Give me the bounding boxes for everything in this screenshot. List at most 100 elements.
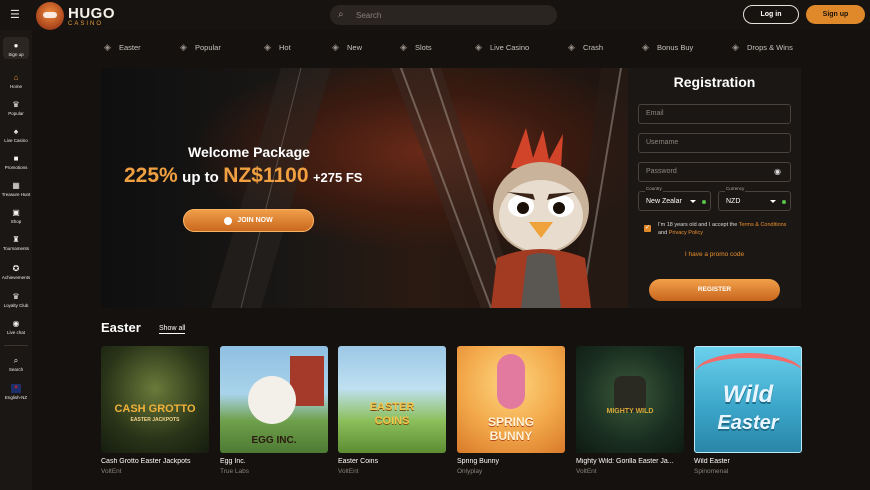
- gift-icon: ■: [13, 154, 19, 163]
- sidebar-item-shop[interactable]: ▣ Shop: [0, 208, 32, 224]
- chicken-shape: [248, 376, 296, 424]
- game-thumbnail[interactable]: Wild Easter: [694, 346, 802, 453]
- map-icon: ▦: [12, 181, 20, 190]
- diamond-icon: ◈: [104, 42, 111, 52]
- game-card[interactable]: EGG INC. Egg Inc. True Labs: [220, 346, 328, 475]
- registration-panel: Registration Email Username Password ◉ C…: [628, 68, 801, 308]
- show-all-link[interactable]: Show all: [159, 325, 186, 334]
- sidebar-item-language[interactable]: ✦ English-NZ: [0, 384, 32, 400]
- search-icon: ⌕: [338, 9, 344, 20]
- slot-icon: ◈: [400, 42, 407, 52]
- sidebar-item-label: Home: [9, 84, 22, 89]
- sidebar-item-search[interactable]: ⌕ Search: [0, 356, 32, 372]
- category-slots[interactable]: ◈ Slots: [400, 42, 432, 52]
- logo[interactable]: HUGO CASINO: [36, 2, 115, 30]
- category-label: Drops & Wins: [747, 42, 793, 52]
- game-name[interactable]: Spring Bunny: [457, 458, 565, 465]
- section-title: Easter: [101, 320, 141, 335]
- sidebar: ● Sign up ⌂ Home ♛ Popular ♠ Live Casino ■ Pr…: [0, 30, 32, 490]
- search-bar[interactable]: ⌕ Search: [330, 5, 557, 25]
- terms-text: I'm 18 years old and I accept the: [658, 222, 739, 228]
- game-thumbnail[interactable]: CASH GROTTO EASTER JACKPOTS: [101, 346, 209, 453]
- hero-title: Welcome Package: [188, 144, 310, 160]
- diamond-icon: ◈: [180, 42, 187, 52]
- category-drops-wins[interactable]: ◈ Drops & Wins: [732, 42, 793, 52]
- game-card[interactable]: Wild Easter Wild Easter Spinomenal: [694, 346, 802, 475]
- game-name[interactable]: Mighty Wild: Gorilla Easter Ja...: [576, 458, 684, 465]
- category-easter[interactable]: ◈ Easter: [104, 42, 141, 52]
- terms-link[interactable]: Terms & Conditions: [739, 222, 787, 228]
- game-name[interactable]: Wild Easter: [694, 458, 802, 465]
- game-name[interactable]: Easter Coins: [338, 458, 446, 465]
- category-crash[interactable]: ◈ Crash: [568, 42, 603, 52]
- privacy-link[interactable]: Privacy Policy: [669, 230, 703, 236]
- signup-button[interactable]: Sign up: [806, 5, 865, 24]
- username-field[interactable]: Username: [638, 133, 791, 153]
- register-button[interactable]: REGISTER: [649, 279, 780, 301]
- game-name[interactable]: Egg Inc.: [220, 458, 328, 465]
- sidebar-item-achievements[interactable]: ✪ Achievements: [0, 264, 32, 280]
- shop-icon: ▣: [12, 208, 20, 217]
- sidebar-item-home[interactable]: ⌂ Home: [0, 73, 32, 89]
- login-button[interactable]: Log in: [743, 5, 799, 24]
- category-label: Crash: [583, 42, 604, 52]
- sidebar-item-promotions[interactable]: ■ Promotions: [0, 154, 32, 170]
- game-provider: True Labs: [220, 468, 250, 475]
- bunny-shape: [497, 354, 525, 409]
- category-label: Bonus Buy: [657, 42, 694, 52]
- game-name[interactable]: Cash Grotto Easter Jackpots: [101, 458, 209, 465]
- currency-value: NZD: [726, 198, 741, 205]
- country-select[interactable]: Country New Zealar: [638, 186, 711, 211]
- currency-label: Currency: [725, 186, 746, 192]
- game-thumbnail[interactable]: EASTER COINS: [338, 346, 446, 453]
- hero-up-to: up to: [182, 169, 219, 186]
- category-new[interactable]: ◈ New: [332, 42, 362, 52]
- game-art-title: MIGHTY WILD: [606, 408, 654, 415]
- eye-icon[interactable]: ◉: [774, 168, 784, 176]
- password-field[interactable]: Password ◉: [638, 162, 791, 182]
- menu-toggle-icon[interactable]: ☰: [10, 9, 22, 21]
- category-live-casino[interactable]: ◈ Live Casino: [475, 42, 529, 52]
- game-provider: VoltEnt: [101, 468, 122, 475]
- category-label: Easter: [119, 42, 141, 52]
- terms-consent: ✓ I'm 18 years old and I accept the Term…: [644, 221, 794, 237]
- hero-banner: Welcome Package 225% up to NZ$1100 +275 …: [101, 68, 628, 308]
- sidebar-item-loyalty-club[interactable]: ♛ Loyalty Club: [0, 292, 32, 308]
- category-label: Slots: [415, 42, 432, 52]
- game-card[interactable]: MIGHTY WILD Mighty Wild: Gorilla Easter …: [576, 346, 684, 475]
- sidebar-item-live-chat[interactable]: ◉ Live chat: [0, 319, 32, 335]
- hero-amount: NZ$1100: [223, 164, 309, 187]
- category-bonus-buy[interactable]: ◈ Bonus Buy: [642, 42, 693, 52]
- game-art-title: EGG INC.: [251, 435, 297, 446]
- logo-mascot-icon: [36, 2, 64, 30]
- game-art-subtitle: EASTER JACKPOTS: [130, 417, 180, 423]
- game-thumbnail[interactable]: MIGHTY WILD: [576, 346, 684, 453]
- category-label: Popular: [195, 42, 221, 52]
- sidebar-item-treasure-hunt[interactable]: ▦ Treasure Hunt: [0, 181, 32, 197]
- email-field[interactable]: Email: [638, 104, 791, 124]
- chevron-down-icon: [690, 200, 696, 203]
- search-placeholder: Search: [356, 10, 382, 20]
- sidebar-item-tournaments[interactable]: ♜ Tournaments: [0, 235, 32, 251]
- game-card[interactable]: EASTER COINS Easter Coins VoltEnt: [338, 346, 446, 475]
- join-now-button[interactable]: JOIN NOW: [183, 209, 314, 232]
- sidebar-item-live-casino[interactable]: ♠ Live Casino: [0, 127, 32, 143]
- mascot-illustration: [491, 128, 591, 308]
- game-art-title: SPRING: [487, 415, 534, 429]
- game-thumbnail[interactable]: EGG INC.: [220, 346, 328, 453]
- game-thumbnail[interactable]: SPRING BUNNY: [457, 346, 565, 453]
- promo-code-link[interactable]: I have a promo code: [628, 251, 801, 258]
- game-card[interactable]: CASH GROTTO EASTER JACKPOTS Cash Grotto …: [101, 346, 209, 475]
- category-hot[interactable]: ◈ Hot: [264, 42, 291, 52]
- sidebar-item-popular[interactable]: ♛ Popular: [0, 100, 32, 116]
- registration-title: Registration: [673, 74, 756, 90]
- category-label: New: [347, 42, 363, 52]
- currency-select[interactable]: Currency NZD: [718, 186, 791, 211]
- sidebar-item-signup[interactable]: ● Sign up: [0, 41, 32, 57]
- game-card[interactable]: SPRING BUNNY Spring Bunny Onlyplay: [457, 346, 565, 475]
- game-art-subtitle: Easter: [717, 412, 779, 434]
- sidebar-item-label: Search: [8, 367, 24, 372]
- terms-checkbox[interactable]: ✓: [644, 225, 651, 232]
- category-popular[interactable]: ◈ Popular: [180, 42, 221, 52]
- game-provider: Onlyplay: [457, 468, 483, 475]
